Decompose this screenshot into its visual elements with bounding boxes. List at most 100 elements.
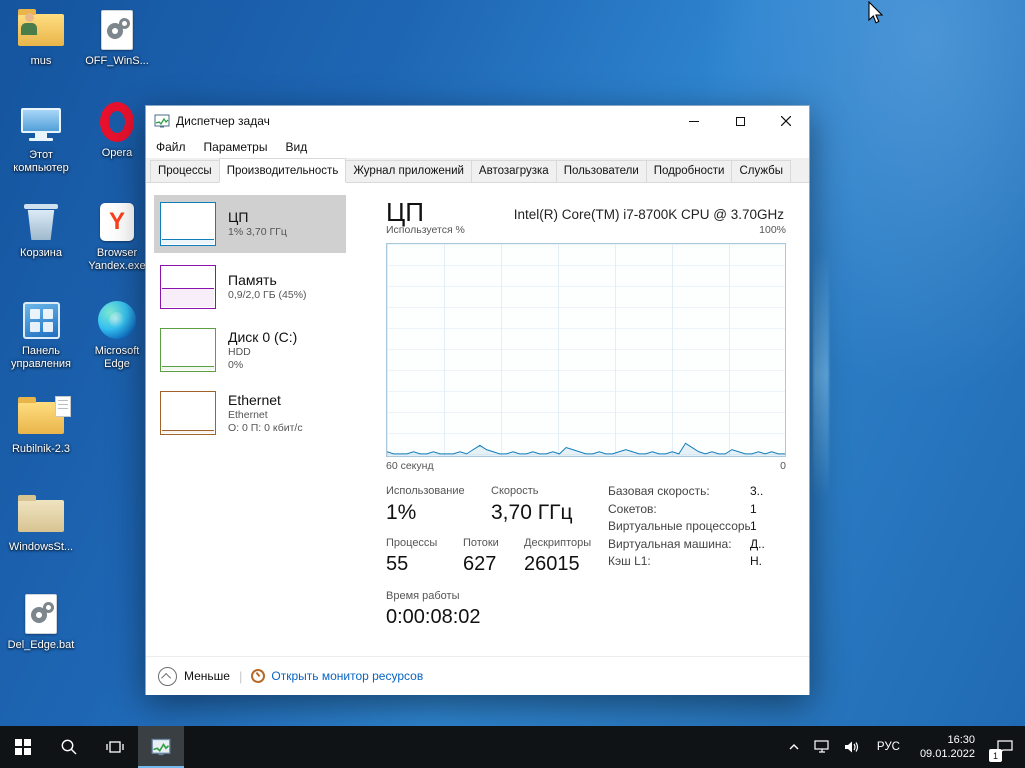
detail-value: 1 — [750, 519, 757, 533]
tab-services[interactable]: Службы — [731, 160, 792, 182]
processes-label: Процессы — [386, 537, 438, 549]
fewer-details-button[interactable]: Меньше — [184, 669, 230, 683]
footer-divider: | — [238, 668, 243, 684]
chevron-up-icon — [789, 744, 799, 750]
task-manager-taskbar-icon — [151, 738, 171, 756]
language-indicator[interactable]: РУС — [867, 726, 910, 768]
desktop-icon-del-edge-bat[interactable]: Del_Edge.bat — [6, 592, 76, 652]
open-resource-monitor-link[interactable]: Открыть монитор ресурсов — [271, 669, 423, 683]
detail-value: Д.. — [750, 536, 765, 551]
clock[interactable]: 16:30 09.01.2022 — [910, 726, 985, 768]
desktop-icon-label: Корзина — [20, 247, 62, 259]
detail-label: Базовая скорость: — [608, 484, 710, 498]
menu-view[interactable]: Вид — [276, 138, 316, 156]
desktop-icon-control-panel[interactable]: Панель управления — [6, 298, 76, 371]
menu-bar: Файл Параметры Вид — [146, 136, 809, 158]
performance-pane: ЦП 1% 3,70 ГГц Память 0,9/2,0 ГБ (45%) Д… — [146, 183, 809, 656]
tab-users[interactable]: Пользователи — [555, 160, 647, 182]
perf-item-sub: 0% — [228, 358, 244, 371]
detail-row: Виртуальная машина: Д.. — [608, 536, 792, 554]
perf-item-sub: О: 0 П: 0 кбит/с — [228, 421, 303, 434]
perf-item-memory[interactable]: Память 0,9/2,0 ГБ (45%) — [154, 258, 346, 316]
folder-user-icon — [6, 8, 76, 52]
search-button[interactable] — [46, 726, 92, 768]
computer-icon — [6, 102, 76, 146]
close-button[interactable] — [763, 106, 809, 136]
perf-item-sub: Ethernet — [228, 408, 268, 421]
tab-processes[interactable]: Процессы — [150, 160, 220, 182]
detail-label: Виртуальная машина: — [608, 536, 732, 551]
detail-row: Виртуальные процессоры: 1 — [608, 518, 792, 536]
window-title: Диспетчер задач — [176, 114, 270, 128]
batch-file-gear-icon — [6, 592, 76, 636]
task-view-icon — [106, 741, 124, 753]
perf-item-ethernet[interactable]: Ethernet Ethernet О: 0 П: 0 кбит/с — [154, 384, 346, 442]
perf-item-cpu[interactable]: ЦП 1% 3,70 ГГц — [154, 195, 346, 253]
desktop-icon-yandex[interactable]: Y Browser Yandex.exe — [82, 200, 152, 273]
maximize-button[interactable] — [717, 106, 763, 136]
tray-expand-button[interactable] — [781, 726, 807, 768]
control-panel-icon — [6, 298, 76, 342]
wallpaper-light-streak — [813, 250, 829, 500]
detail-value: Н. — [750, 554, 762, 568]
recycle-bin-icon — [6, 200, 76, 244]
desktop-icon-windowsst[interactable]: WindowsSt... — [6, 494, 76, 554]
detail-value: 1 — [750, 501, 757, 516]
perf-item-sub: HDD — [228, 345, 251, 358]
windows-logo-icon — [15, 739, 31, 755]
menu-options[interactable]: Параметры — [195, 138, 277, 156]
usage-label: Использование — [386, 485, 465, 497]
tab-strip: Процессы Производительность Журнал прило… — [146, 158, 809, 183]
tab-app-history[interactable]: Журнал приложений — [345, 160, 472, 182]
tab-performance[interactable]: Производительность — [218, 158, 347, 183]
start-button[interactable] — [0, 726, 46, 768]
titlebar[interactable]: Диспетчер задач — [146, 106, 809, 136]
microsoft-edge-icon — [82, 298, 152, 342]
yandex-browser-icon: Y — [82, 200, 152, 244]
desktop-icon-label: Browser Yandex.exe — [88, 247, 146, 272]
action-center-button[interactable]: 1 — [985, 726, 1025, 768]
desktop-icon-label: Rubilnik-2.3 — [11, 443, 71, 455]
network-status-button[interactable] — [807, 726, 837, 768]
desktop-icon-edge[interactable]: Microsoft Edge — [82, 298, 152, 371]
desktop-icon-label: Этот компьютер — [13, 149, 69, 174]
desktop-icon-mus[interactable]: mus — [6, 8, 76, 68]
desktop-icon-opera[interactable]: Opera — [82, 100, 152, 160]
collapse-circle-icon — [158, 666, 177, 686]
detail-label: Кэш L1: — [608, 554, 651, 568]
handles-value: 26015 — [524, 553, 580, 575]
detail-row: Кэш L1: Н. — [608, 553, 792, 571]
taskbar-app-task-manager[interactable] — [138, 726, 184, 768]
perf-item-title: Диск 0 (C:) — [228, 328, 298, 345]
desktop-icon-label: OFF_WinS... — [85, 55, 149, 67]
desktop-icon-label: Opera — [101, 147, 133, 159]
performance-sidebar: ЦП 1% 3,70 ГГц Память 0,9/2,0 ГБ (45%) Д… — [154, 195, 346, 447]
task-manager-window: Диспетчер задач Файл Параметры Вид Проце… — [145, 105, 810, 695]
desktop-icon-label: Del_Edge.bat — [7, 639, 75, 651]
desktop-icon-recycle-bin[interactable]: Корзина — [6, 200, 76, 260]
folder-document-icon — [6, 396, 76, 440]
tab-details[interactable]: Подробности — [645, 160, 733, 182]
settings-file-gear-icon — [82, 8, 152, 52]
speed-value: 3,70 ГГц — [491, 501, 573, 524]
volume-button[interactable] — [837, 726, 867, 768]
minimize-button[interactable] — [671, 106, 717, 136]
cpu-usage-graph[interactable] — [386, 243, 786, 457]
desktop-icon-off-wins[interactable]: OFF_WinS... — [82, 8, 152, 68]
desktop-icon-rubilnik[interactable]: Rubilnik-2.3 — [6, 396, 76, 456]
detail-row: Сокетов: 1 — [608, 501, 792, 519]
desktop-icon-this-pc[interactable]: Этот компьютер — [6, 102, 76, 175]
mouse-cursor — [868, 1, 884, 24]
x-left-label: 60 секунд — [386, 460, 434, 472]
search-icon — [61, 739, 77, 755]
notification-badge: 1 — [989, 749, 1002, 762]
threads-value: 627 — [463, 553, 497, 575]
perf-item-sub: 1% 3,70 ГГц — [228, 226, 287, 238]
task-view-button[interactable] — [92, 726, 138, 768]
tab-startup[interactable]: Автозагрузка — [470, 160, 557, 182]
desktop-icon-label: Microsoft Edge — [94, 345, 140, 370]
perf-item-title: Ethernet — [228, 391, 281, 408]
perf-item-disk[interactable]: Диск 0 (C:) HDD 0% — [154, 321, 346, 379]
menu-file[interactable]: Файл — [146, 138, 195, 156]
network-icon — [814, 740, 829, 753]
